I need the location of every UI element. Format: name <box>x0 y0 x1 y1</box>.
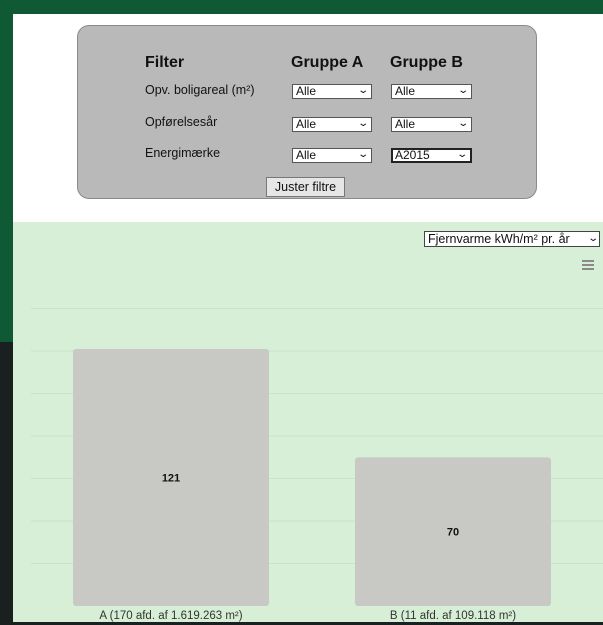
filter-label-area: Opv. boligareal (m²) <box>145 83 255 97</box>
chart-area: 121 A (170 afd. af 1.619.263 m²) 70 B (11 a… <box>13 222 603 622</box>
select-value: Alle <box>296 84 317 98</box>
bar-layer: 121 A (170 afd. af 1.619.263 m²) 70 B (11 a… <box>73 349 551 622</box>
chevron-down-icon: ⌄ <box>586 233 599 244</box>
area-group-a-select[interactable]: Alle ⌄ <box>292 84 372 99</box>
filter-header: Filter <box>145 54 185 71</box>
select-value: A2015 <box>395 148 430 162</box>
chevron-down-icon: ⌄ <box>455 149 468 160</box>
metric-select[interactable]: Fjernvarme kWh/m² pr. år ⌄ <box>424 231 600 247</box>
metric-value: Fjernvarme kWh/m² pr. år <box>428 232 570 246</box>
filter-label-year: Opførelsesår <box>145 115 218 129</box>
bar-chart: 121 A (170 afd. af 1.619.263 m²) 70 B (11 a… <box>31 308 603 622</box>
year-group-a-select[interactable]: Alle ⌄ <box>292 117 372 132</box>
area-group-b-select[interactable]: Alle ⌄ <box>391 84 472 99</box>
category-label: A (170 afd. af 1.619.263 m²) <box>99 610 242 622</box>
chevron-down-icon: ⌄ <box>456 85 469 96</box>
chevron-down-icon: ⌄ <box>456 118 469 129</box>
data-label: 70 <box>447 527 459 539</box>
group-b-header: Gruppe B <box>390 54 463 71</box>
chevron-down-icon: ⌄ <box>356 149 369 160</box>
select-value: Alle <box>395 84 416 98</box>
category-label: B (11 afd. af 109.118 m²) <box>390 610 516 622</box>
apply-filters-button[interactable]: Juster filtre <box>266 177 345 197</box>
hamburger-menu-icon[interactable] <box>582 260 594 270</box>
energy-group-a-select[interactable]: Alle ⌄ <box>292 148 372 163</box>
chevron-down-icon: ⌄ <box>356 118 369 129</box>
select-value: Alle <box>395 117 416 131</box>
filter-panel: Filter Gruppe A Gruppe B Opv. boligareal… <box>77 25 537 199</box>
content-panel: Filter Gruppe A Gruppe B Opv. boligareal… <box>13 14 603 622</box>
year-group-b-select[interactable]: Alle ⌄ <box>391 117 472 132</box>
energy-group-b-select[interactable]: A2015 ⌄ <box>391 148 472 163</box>
select-value: Alle <box>296 148 317 162</box>
filter-label-energy: Energimærke <box>145 146 221 160</box>
data-label: 121 <box>162 473 180 485</box>
select-value: Alle <box>296 117 317 131</box>
group-a-header: Gruppe A <box>291 54 364 71</box>
chevron-down-icon: ⌄ <box>356 85 369 96</box>
